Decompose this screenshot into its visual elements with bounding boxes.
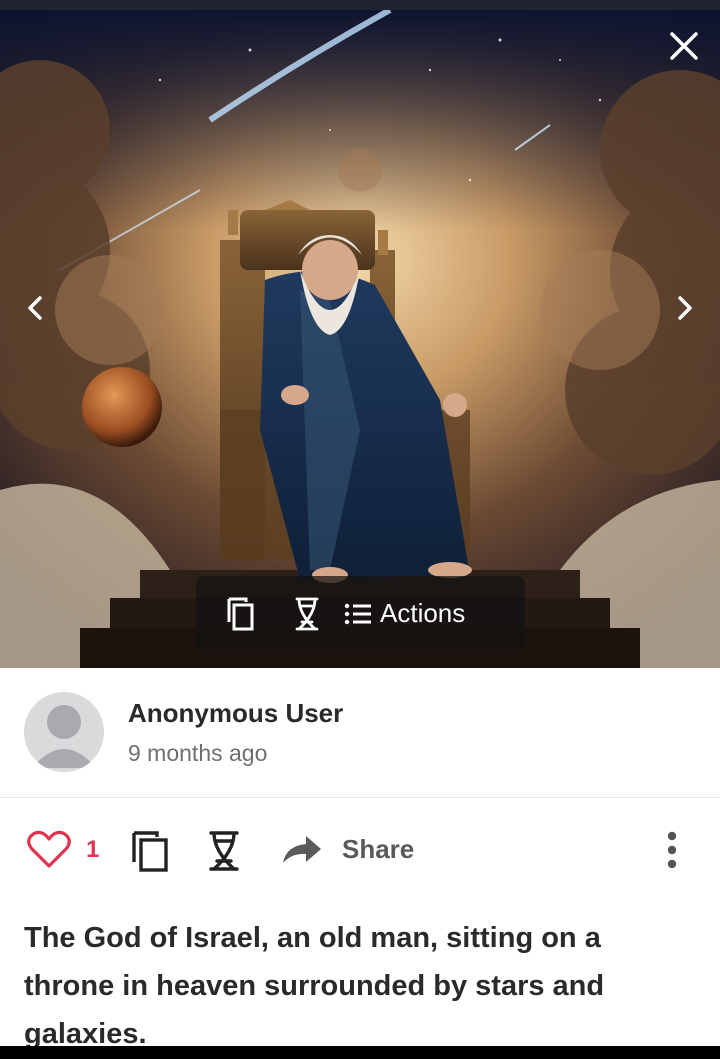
dna-icon xyxy=(295,597,319,630)
remix-button[interactable] xyxy=(290,594,324,634)
actions-menu-button[interactable]: Actions xyxy=(344,598,465,629)
chevron-right-icon xyxy=(678,296,692,320)
bottom-edge xyxy=(0,1046,720,1059)
author-name[interactable]: Anonymous User xyxy=(128,698,343,729)
author-section: Anonymous User 9 months ago xyxy=(0,668,720,798)
actions-label: Actions xyxy=(380,598,466,628)
copy-prompt-button[interactable] xyxy=(131,829,171,873)
like-count: 1 xyxy=(86,836,100,863)
post-toolbar: 1 Share xyxy=(0,798,720,902)
close-icon xyxy=(670,32,698,60)
share-button[interactable]: Share xyxy=(280,832,414,866)
status-strip xyxy=(0,0,720,10)
copy-icon xyxy=(132,831,168,872)
next-image-button[interactable] xyxy=(670,290,700,326)
more-vertical-icon xyxy=(667,831,677,869)
share-arrow-icon xyxy=(283,836,321,863)
heart-icon xyxy=(27,830,71,868)
copy-image-button[interactable] xyxy=(224,594,258,634)
dna-icon xyxy=(209,831,239,871)
image-viewer: Actions xyxy=(0,10,720,668)
user-avatar-icon xyxy=(32,705,96,768)
list-icon xyxy=(344,603,371,624)
generated-image xyxy=(0,10,720,668)
close-button[interactable] xyxy=(668,30,700,62)
prompt-text: The God of Israel, an old man, sitting o… xyxy=(24,922,605,1050)
more-options-button[interactable] xyxy=(660,828,684,872)
copy-icon xyxy=(227,597,254,630)
post-timestamp: 9 months ago xyxy=(128,740,268,766)
share-label: Share xyxy=(342,833,415,864)
avatar[interactable] xyxy=(24,692,104,772)
chevron-left-icon xyxy=(28,296,42,320)
image-action-bar: Actions xyxy=(196,576,525,651)
like-button[interactable]: 1 xyxy=(26,830,99,870)
previous-image-button[interactable] xyxy=(20,290,50,326)
remix-button[interactable] xyxy=(206,830,242,872)
